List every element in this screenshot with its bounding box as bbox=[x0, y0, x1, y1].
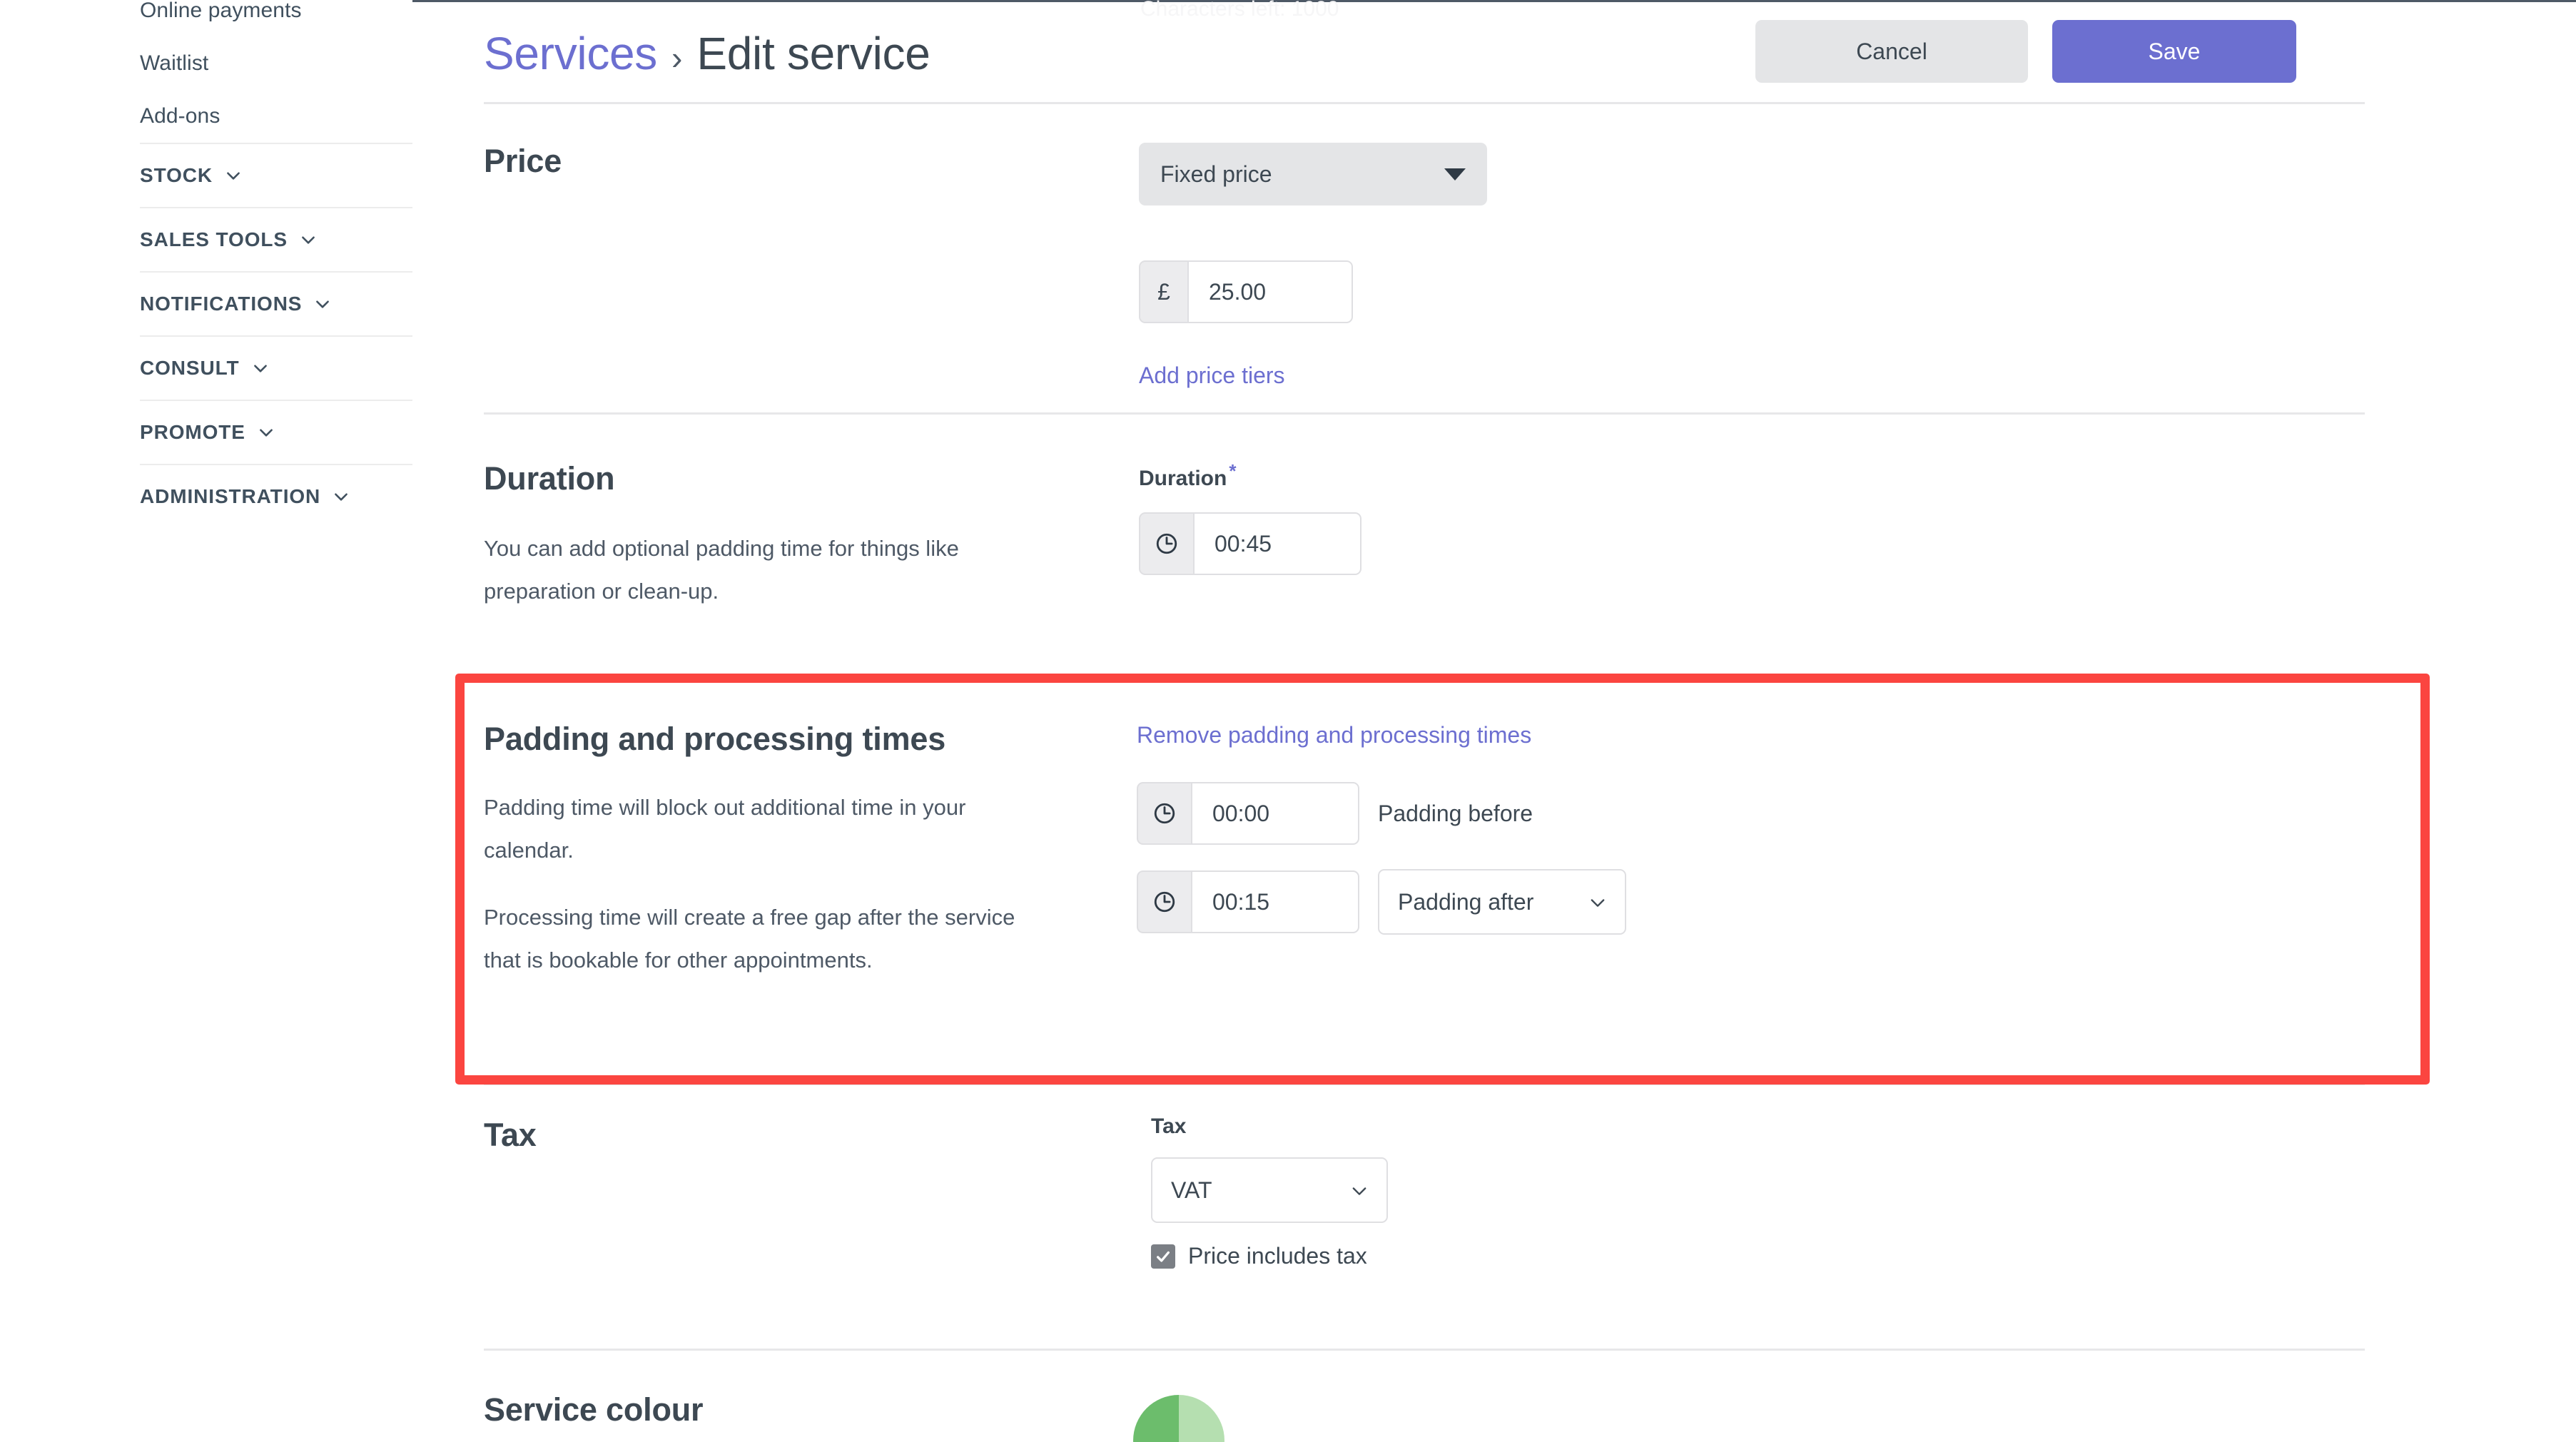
padding-description-1: Padding time will block out additional t… bbox=[484, 795, 966, 863]
padding-after-row: 00:15 Padding after bbox=[1137, 869, 1626, 935]
tax-colour-divider bbox=[484, 1349, 2365, 1351]
padding-before-group: 00:00 bbox=[1137, 782, 1359, 845]
save-button[interactable]: Save bbox=[2052, 20, 2296, 83]
clock-icon bbox=[1137, 782, 1191, 845]
sidebar-section-administration[interactable]: ADMINISTRATION bbox=[140, 465, 412, 528]
duration-controls: Duration * 00:45 bbox=[1139, 460, 1361, 575]
tax-section: Tax bbox=[484, 1117, 2482, 1154]
padding-before-row: 00:00 Padding before bbox=[1137, 782, 1626, 845]
sidebar-section-label: NOTIFICATIONS bbox=[140, 293, 303, 315]
sidebar-section-label: SALES TOOLS bbox=[140, 228, 288, 250]
chevron-down-icon bbox=[224, 166, 243, 185]
required-marker: * bbox=[1229, 460, 1237, 482]
service-colour-controls bbox=[1133, 1395, 1224, 1442]
tax-controls: Tax VAT Price includes tax bbox=[1151, 1114, 1388, 1269]
sidebar-section-label: PROMOTE bbox=[140, 421, 245, 443]
duration-section-description: You can add optional padding time for th… bbox=[484, 536, 959, 604]
main-content: Characters left: 1000 Services › Edit se… bbox=[412, 0, 2576, 1442]
sidebar-section-promote[interactable]: PROMOTE bbox=[140, 401, 412, 464]
sidebar-section-label: ADMINISTRATION bbox=[140, 485, 321, 507]
duration-input[interactable]: 00:45 bbox=[1193, 512, 1361, 575]
padding-after-select-value: Padding after bbox=[1398, 888, 1534, 915]
edit-service-page: Online payments Waitlist Add-ons STOCK S… bbox=[0, 0, 2576, 1442]
padding-description-2: Processing time will create a free gap a… bbox=[484, 905, 1015, 973]
price-duration-divider bbox=[484, 412, 2365, 415]
header-divider bbox=[484, 102, 2365, 104]
price-type-select[interactable]: Fixed price bbox=[1139, 143, 1487, 205]
price-amount-group: £ 25.00 bbox=[1139, 260, 1353, 323]
duration-field-label: Duration * bbox=[1139, 460, 1361, 491]
header-actions: Cancel Save bbox=[1755, 20, 2296, 83]
padding-before-input[interactable]: 00:00 bbox=[1191, 782, 1359, 845]
duration-section: Duration You can add optional padding ti… bbox=[484, 460, 1055, 613]
price-includes-tax-row[interactable]: Price includes tax bbox=[1151, 1243, 1388, 1269]
remove-padding-link[interactable]: Remove padding and processing times bbox=[1137, 722, 1626, 748]
clock-icon bbox=[1137, 870, 1191, 933]
chevron-down-icon bbox=[251, 359, 270, 377]
breadcrumb: Services › Edit service bbox=[484, 27, 930, 80]
add-price-tiers-link[interactable]: Add price tiers bbox=[1139, 362, 1487, 389]
service-colour-swatch[interactable] bbox=[1133, 1395, 1224, 1442]
price-type-value: Fixed price bbox=[1160, 161, 1272, 187]
caret-down-icon bbox=[1444, 168, 1466, 181]
breadcrumb-separator-icon: › bbox=[671, 39, 683, 76]
service-colour-section: Service colour bbox=[484, 1391, 2482, 1428]
sidebar-section-notifications[interactable]: NOTIFICATIONS bbox=[140, 273, 412, 335]
padding-before-label: Padding before bbox=[1378, 800, 1533, 826]
tax-section-title: Tax bbox=[484, 1117, 537, 1153]
chevron-down-icon bbox=[1588, 893, 1606, 911]
duration-input-group: 00:45 bbox=[1139, 512, 1361, 575]
page-title: Edit service bbox=[696, 27, 930, 79]
breadcrumb-services-link[interactable]: Services bbox=[484, 27, 657, 80]
price-includes-tax-checkbox[interactable] bbox=[1151, 1244, 1175, 1269]
sidebar-section-consult[interactable]: CONSULT bbox=[140, 337, 412, 400]
sidebar-item-add-ons[interactable]: Add-ons bbox=[140, 90, 412, 143]
price-includes-tax-label: Price includes tax bbox=[1188, 1243, 1367, 1269]
tax-select-value: VAT bbox=[1171, 1177, 1212, 1203]
sidebar-item-online-payments[interactable]: Online payments bbox=[140, 0, 412, 37]
chevron-down-icon bbox=[257, 423, 275, 442]
sidebar-section-label: STOCK bbox=[140, 164, 213, 186]
sidebar-item-waitlist[interactable]: Waitlist bbox=[140, 37, 412, 90]
padding-after-select[interactable]: Padding after bbox=[1378, 869, 1626, 935]
price-amount-input[interactable]: 25.00 bbox=[1187, 260, 1353, 323]
clock-icon bbox=[1139, 512, 1193, 575]
sidebar: Online payments Waitlist Add-ons STOCK S… bbox=[0, 0, 412, 1442]
padding-section: Padding and processing times Padding tim… bbox=[484, 721, 1069, 982]
currency-symbol: £ bbox=[1139, 260, 1187, 323]
sidebar-section-sales-tools[interactable]: SALES TOOLS bbox=[140, 208, 412, 271]
top-border bbox=[412, 0, 2576, 2]
padding-after-input[interactable]: 00:15 bbox=[1191, 870, 1359, 933]
duration-field-label-text: Duration bbox=[1139, 467, 1227, 490]
padding-controls: Remove padding and processing times 00:0… bbox=[1137, 722, 1626, 935]
price-controls: Fixed price £ 25.00 Add price tiers bbox=[1139, 143, 1487, 389]
tax-select[interactable]: VAT bbox=[1151, 1157, 1388, 1223]
padding-after-group: 00:15 bbox=[1137, 870, 1359, 933]
cancel-button[interactable]: Cancel bbox=[1755, 20, 2028, 83]
tax-field-label: Tax bbox=[1151, 1114, 1187, 1138]
duration-section-title: Duration bbox=[484, 460, 615, 497]
padding-section-title: Padding and processing times bbox=[484, 721, 946, 757]
padding-tax-divider bbox=[484, 1083, 2365, 1085]
chevron-down-icon bbox=[1349, 1181, 1368, 1199]
service-colour-section-title: Service colour bbox=[484, 1391, 704, 1428]
chevron-down-icon bbox=[299, 230, 318, 249]
chevron-down-icon bbox=[332, 487, 350, 506]
sidebar-section-stock[interactable]: STOCK bbox=[140, 144, 412, 207]
sidebar-section-label: CONSULT bbox=[140, 357, 240, 379]
chevron-down-icon bbox=[313, 295, 332, 313]
